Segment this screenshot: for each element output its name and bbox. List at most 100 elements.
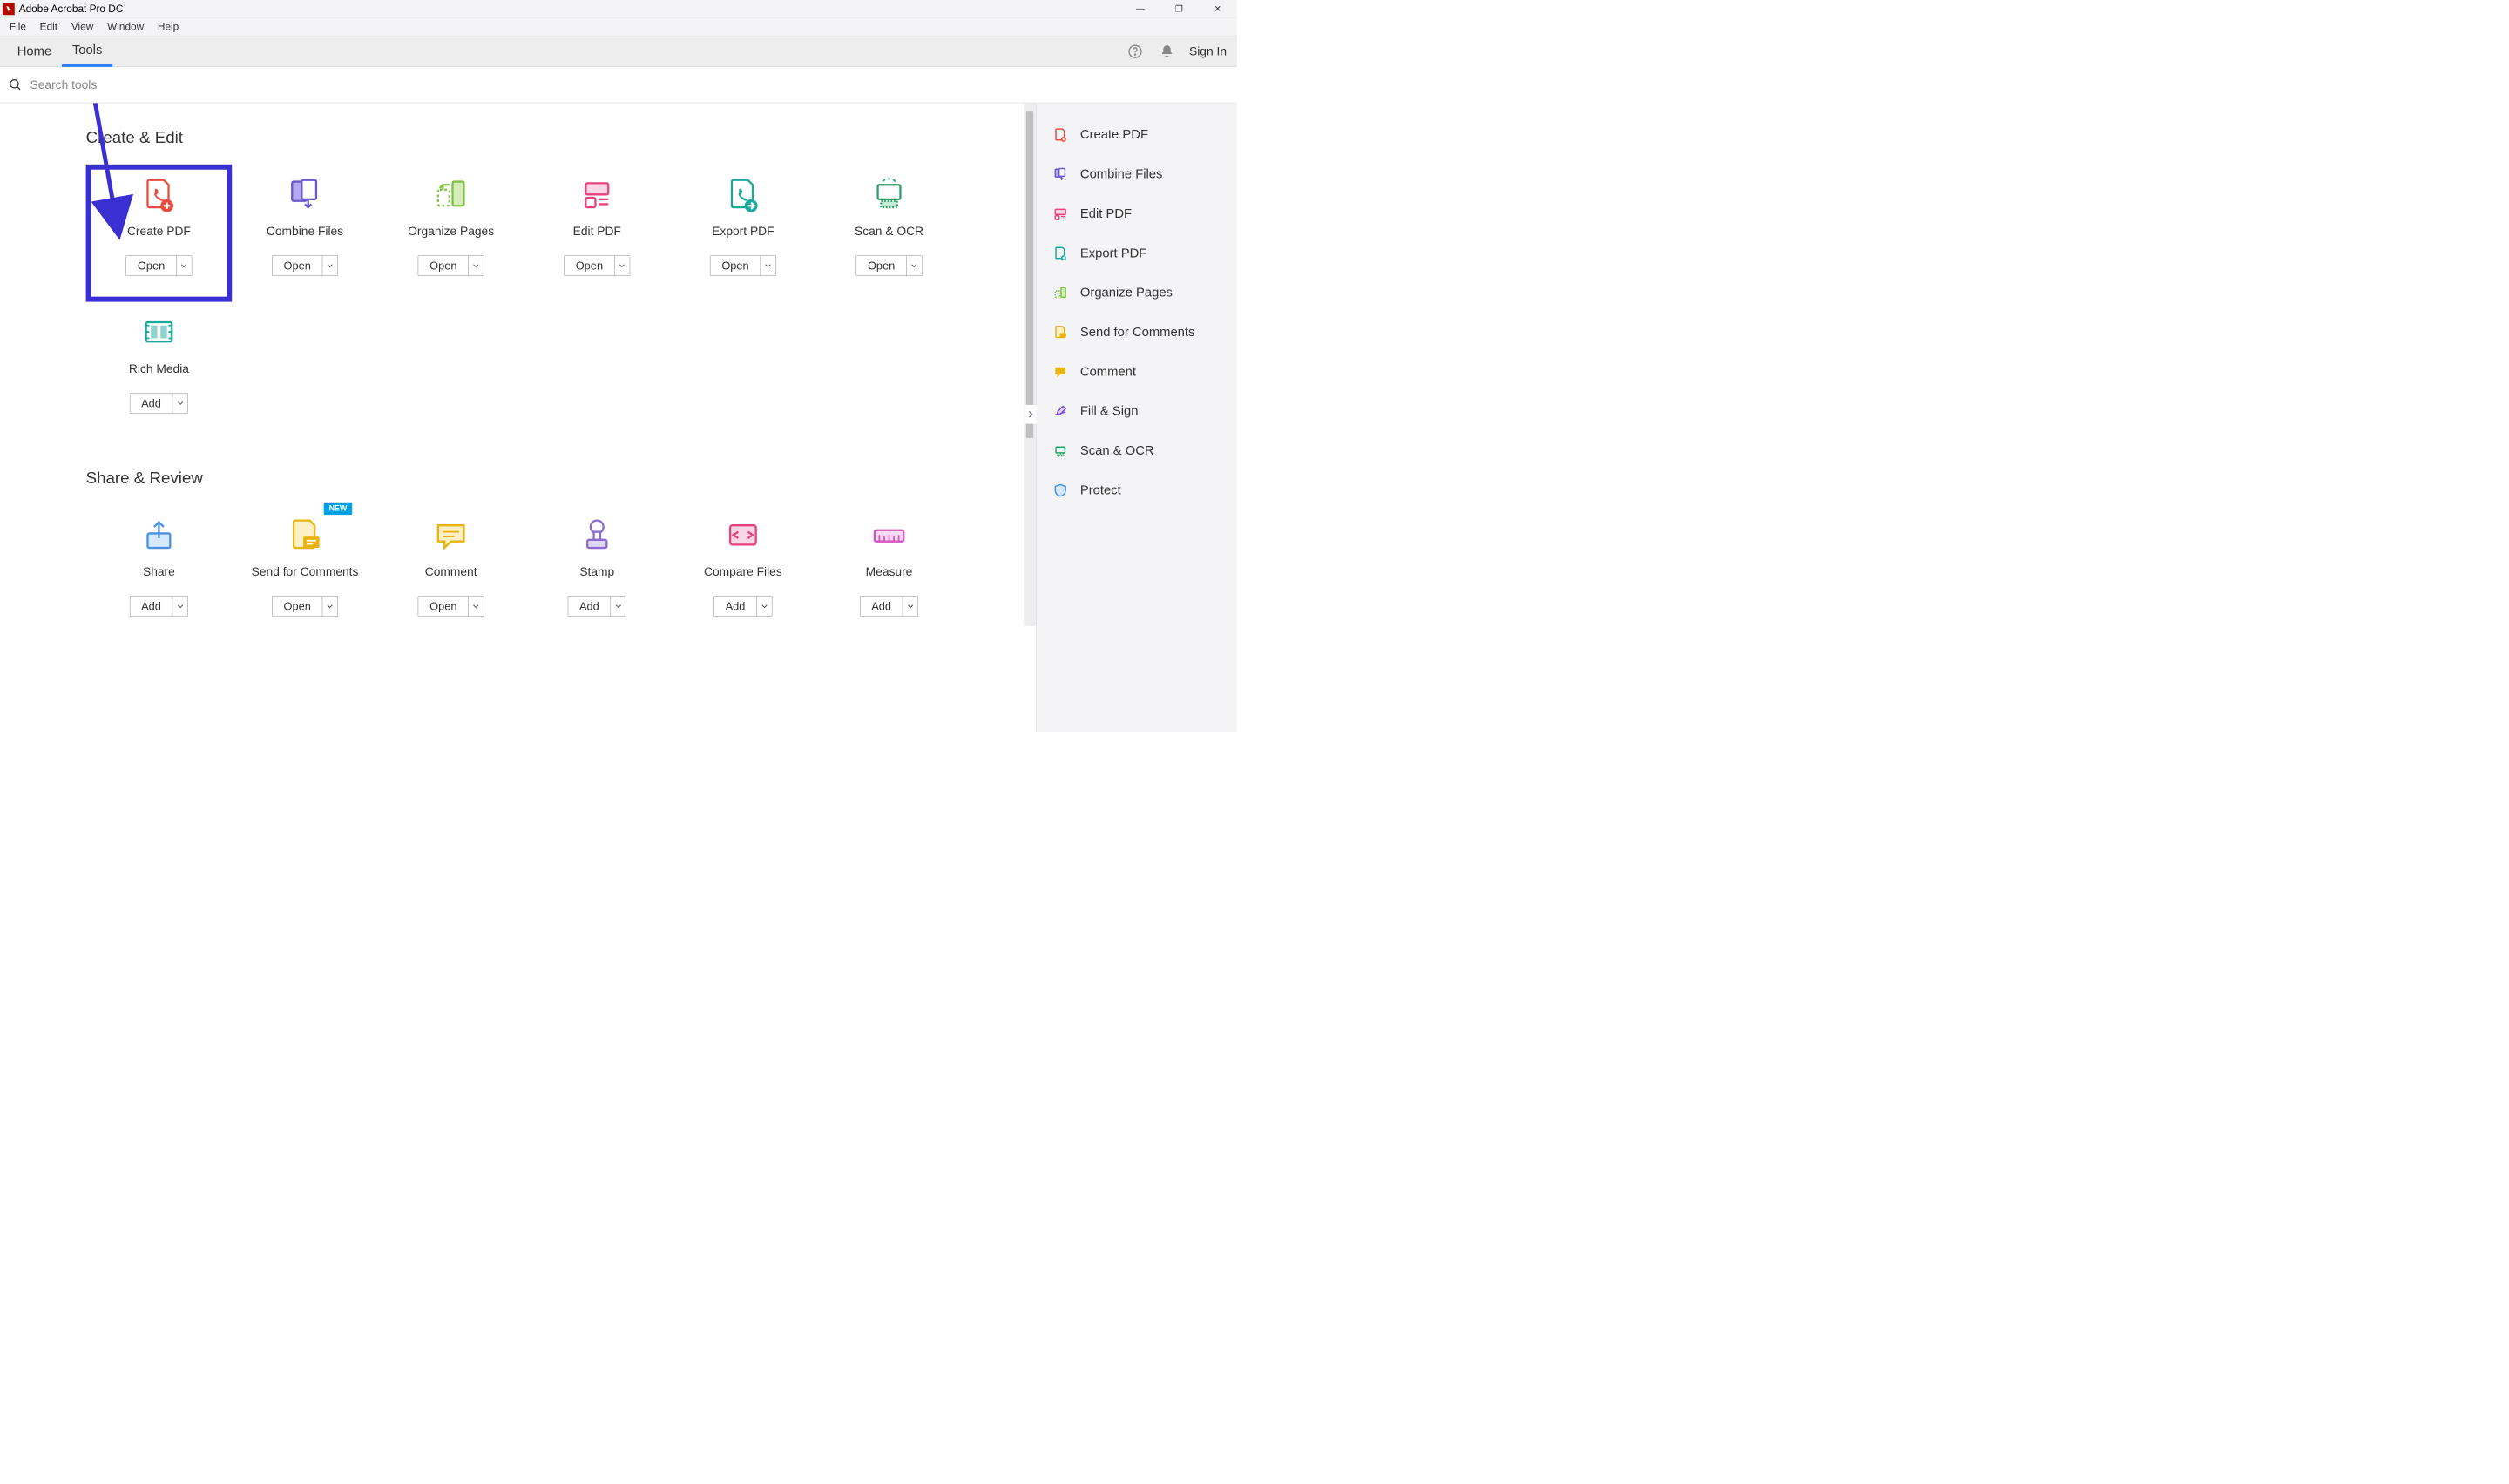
panel-item-combine-files[interactable]: Combine Files [1037, 154, 1237, 193]
tab-tools[interactable]: Tools [62, 36, 112, 66]
tool-button[interactable]: Open [418, 597, 468, 617]
tool-edit-pdf[interactable]: Edit PDF Open [524, 165, 670, 302]
panel-item-label: Fill & Sign [1080, 404, 1139, 419]
panel-item-scan-ocr[interactable]: Scan & OCR [1037, 431, 1237, 470]
panel-item-create-pdf[interactable]: Create PDF [1037, 115, 1237, 154]
right-panel: Create PDF Combine Files Edit PDF Export… [1036, 103, 1237, 732]
tool-button[interactable]: Open [273, 597, 322, 617]
menu-edit[interactable]: Edit [34, 18, 64, 36]
tool-create-pdf[interactable]: Create PDF Open [86, 165, 233, 302]
new-badge: NEW [324, 503, 353, 515]
tabbar: Home Tools Sign In [0, 36, 1237, 66]
tool-send-for-comments[interactable]: NEW Send for Comments Open [232, 505, 378, 643]
tool-caret[interactable] [761, 256, 776, 276]
tool-caret[interactable] [322, 256, 338, 276]
export-pdf-icon [1052, 245, 1069, 262]
tool-export-pdf[interactable]: Export PDF Open [670, 165, 816, 302]
combine-files-icon [1052, 165, 1069, 183]
tool-caret[interactable] [172, 597, 188, 617]
search-input[interactable] [30, 78, 288, 91]
panel-item-label: Organize Pages [1080, 286, 1173, 300]
tool-button[interactable]: Add [130, 597, 172, 617]
tool-label: Scan & OCR [855, 225, 923, 239]
panel-item-protect[interactable]: Protect [1037, 470, 1237, 509]
tool-compare-files[interactable]: Compare Files Add [670, 505, 816, 643]
scrollbar-thumb[interactable] [1026, 111, 1033, 438]
tool-label: Compare Files [704, 565, 782, 579]
content-area: Create & Edit Create PDF Open Combine Fi… [0, 103, 1036, 732]
tool-button[interactable]: Add [568, 597, 610, 617]
menu-window[interactable]: Window [101, 18, 150, 36]
comment-icon [429, 514, 472, 556]
edit-pdf-icon [576, 173, 619, 216]
menubar: File Edit View Window Help [0, 18, 1237, 37]
panel-item-label: Combine Files [1080, 167, 1163, 182]
tool-label: Export PDF [712, 225, 774, 239]
tool-combine-files[interactable]: Combine Files Open [232, 165, 378, 302]
tool-stamp[interactable]: Stamp Add [524, 505, 670, 643]
measure-icon [868, 514, 910, 556]
create-pdf-icon [1052, 126, 1069, 144]
tool-comment[interactable]: Comment Open [378, 505, 524, 643]
menu-help[interactable]: Help [152, 18, 185, 36]
tool-caret[interactable] [176, 256, 192, 276]
sign-in-link[interactable]: Sign In [1189, 44, 1227, 58]
panel-item-organize-pages[interactable]: Organize Pages [1037, 273, 1237, 313]
maximize-button[interactable]: ❐ [1160, 0, 1198, 17]
tool-button[interactable]: Open [856, 256, 906, 276]
section-title-create-edit: Create & Edit [86, 129, 1019, 147]
comment-icon [1052, 363, 1069, 381]
collapse-panel-handle[interactable] [1025, 405, 1037, 424]
tab-home[interactable]: Home [7, 36, 62, 66]
tool-caret[interactable] [614, 256, 630, 276]
tool-label: Organize Pages [408, 225, 494, 239]
panel-item-fill-sign[interactable]: Fill & Sign [1037, 392, 1237, 431]
menu-view[interactable]: View [65, 18, 99, 36]
tool-grid-share-review: Share Add NEW Send for Comments Open [86, 505, 963, 643]
send-comments-icon [283, 514, 326, 556]
scan-ocr-icon [1052, 442, 1069, 460]
tool-label: Create PDF [127, 225, 191, 239]
tool-rich-media[interactable]: Rich Media Add [86, 302, 233, 440]
panel-item-label: Create PDF [1080, 127, 1148, 142]
tool-button[interactable]: Open [126, 256, 176, 276]
tool-caret[interactable] [172, 394, 188, 414]
panel-item-comment[interactable]: Comment [1037, 352, 1237, 391]
tool-button[interactable]: Open [273, 256, 322, 276]
minimize-button[interactable]: — [1121, 0, 1160, 17]
share-icon [138, 514, 180, 556]
tool-measure[interactable]: Measure Add [816, 505, 963, 643]
tool-caret[interactable] [611, 597, 626, 617]
tool-caret[interactable] [906, 256, 922, 276]
main-wrapper: Create & Edit Create PDF Open Combine Fi… [0, 103, 1237, 732]
panel-item-label: Scan & OCR [1080, 443, 1154, 458]
panel-item-label: Edit PDF [1080, 206, 1132, 221]
notification-icon[interactable] [1158, 42, 1177, 61]
menu-file[interactable]: File [3, 18, 32, 36]
close-button[interactable]: ✕ [1198, 0, 1236, 17]
tool-button[interactable]: Add [860, 597, 902, 617]
tool-button[interactable]: Open [711, 256, 761, 276]
tool-share[interactable]: Share Add [86, 505, 233, 643]
tool-button[interactable]: Add [130, 394, 172, 414]
panel-item-edit-pdf[interactable]: Edit PDF [1037, 194, 1237, 233]
tool-organize-pages[interactable]: Organize Pages Open [378, 165, 524, 302]
create-pdf-icon [138, 173, 180, 216]
tool-button[interactable]: Open [565, 256, 614, 276]
tool-scan-ocr[interactable]: Scan & OCR Open [816, 165, 963, 302]
tool-caret[interactable] [756, 597, 772, 617]
tool-caret[interactable] [468, 256, 484, 276]
tool-button[interactable]: Add [714, 597, 756, 617]
content-scrollbar[interactable] [1024, 103, 1036, 625]
panel-item-label: Protect [1080, 483, 1121, 498]
search-icon [9, 78, 23, 91]
export-pdf-icon [721, 173, 764, 216]
organize-pages-icon [429, 173, 472, 216]
tool-caret[interactable] [322, 597, 338, 617]
panel-item-send-for-comments[interactable]: Send for Comments [1037, 313, 1237, 352]
panel-item-export-pdf[interactable]: Export PDF [1037, 233, 1237, 273]
help-icon[interactable] [1126, 42, 1145, 61]
tool-caret[interactable] [903, 597, 918, 617]
tool-button[interactable]: Open [418, 256, 468, 276]
tool-caret[interactable] [468, 597, 484, 617]
